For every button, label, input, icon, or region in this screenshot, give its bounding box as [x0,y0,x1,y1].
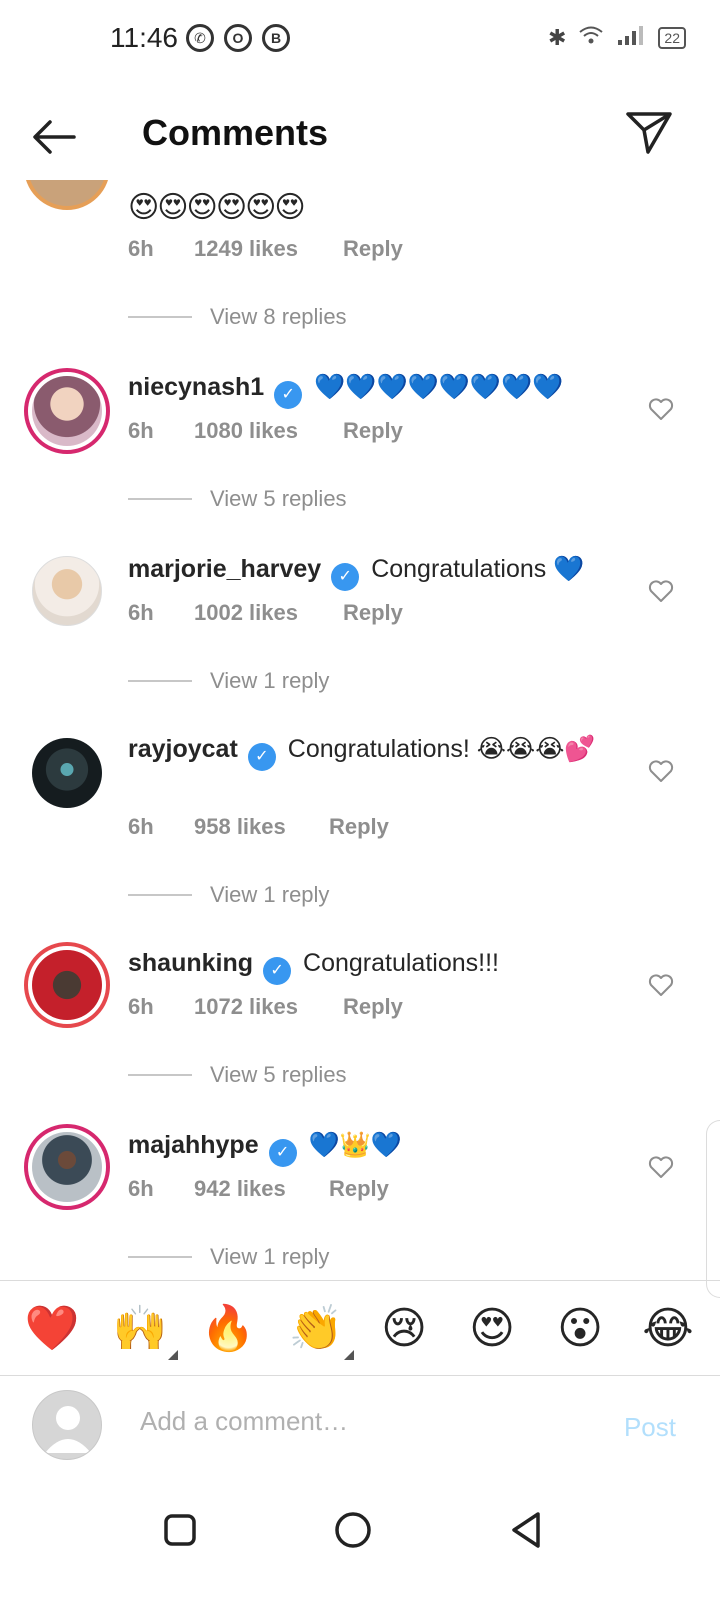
like-heart-icon[interactable] [648,1154,674,1180]
signal-icon [616,24,646,52]
like-count[interactable]: 1249 likes [194,236,343,262]
reply-button[interactable]: Reply [343,600,403,626]
circle-icon [335,1512,371,1548]
comment-time: 6h [128,994,154,1019]
like-count[interactable]: 942 likes [194,1176,329,1202]
emoji-reaction-bar: ❤️ 🙌 🔥 👏 😢 😍 😮 😂 [0,1280,720,1376]
paper-plane-icon [626,112,672,154]
arrow-left-icon [33,120,76,154]
username[interactable]: rayjoycat [128,735,238,763]
comment-time: 6h [128,814,154,839]
like-heart-icon[interactable] [648,758,674,784]
verified-badge-icon: ✓ [274,381,303,409]
verified-badge-icon: ✓ [247,743,276,771]
comment-text: 💙💙💙💙💙💙💙💙 [314,373,564,401]
emoji-heart-button[interactable]: ❤️ [22,1302,82,1354]
status-time: 11:46 [110,22,178,53]
like-count[interactable]: 1072 likes [194,994,343,1020]
share-button[interactable] [624,108,674,158]
battery-icon: 22 [658,27,686,49]
avatar[interactable] [24,942,110,1028]
avatar [32,1390,102,1460]
comment-text: 💙👑💙 [308,1131,402,1159]
comment-input[interactable] [140,1406,580,1437]
comment-time: 6h [128,600,154,625]
back-button[interactable] [28,110,82,164]
view-replies-button[interactable]: View 1 reply [128,882,329,908]
emoji-raised-hands-button[interactable]: 🙌 [110,1302,178,1360]
avatar[interactable] [24,368,110,454]
whatsapp-icon: ✆ [186,24,214,52]
emoji-crying-button[interactable]: 😢 [374,1303,434,1354]
comment-time: 6h [128,236,154,261]
status-bar: 11:46 ✆ O B ✱ 22 [0,0,720,80]
like-count[interactable]: 1080 likes [194,418,343,444]
reply-button[interactable]: Reply [343,994,403,1020]
emoji-surprised-button[interactable]: 😮 [550,1303,610,1354]
recents-button[interactable] [150,1500,210,1560]
comment-time: 6h [128,418,154,443]
like-count[interactable]: 1002 likes [194,600,343,626]
default-user-icon [45,1406,91,1453]
like-heart-icon[interactable] [648,578,674,604]
avatar[interactable] [24,180,110,210]
reply-button[interactable]: Reply [329,814,389,840]
post-button[interactable]: Post [624,1412,676,1443]
verified-badge-icon: ✓ [331,563,360,591]
avatar[interactable] [24,1124,110,1210]
reply-button[interactable]: Reply [329,1176,389,1202]
verified-badge-icon: ✓ [263,957,292,985]
comment-text: Congratulations!!! [303,949,499,977]
emoji-clap-button[interactable]: 👏 [286,1302,354,1360]
like-heart-icon[interactable] [648,972,674,998]
emoji-laughing-button[interactable]: 😂 [638,1303,698,1354]
view-replies-button[interactable]: View 1 reply [128,1244,329,1270]
username[interactable]: shaunking [128,949,253,977]
avatar[interactable] [32,556,102,626]
b-app-icon: B [262,24,290,52]
page-title: Comments [142,112,329,153]
verified-badge-icon: ✓ [268,1139,297,1167]
opera-icon: O [224,24,252,52]
square-icon [164,1514,196,1546]
comment-composer: Post [0,1378,720,1478]
view-replies-button[interactable]: View 8 replies [128,304,347,330]
username[interactable]: majahhype [128,1131,259,1159]
view-replies-button[interactable]: View 5 replies [128,486,347,512]
comment-text: Congratulations 💙 [371,555,585,583]
reply-button[interactable]: Reply [343,418,403,444]
avatar[interactable] [32,738,102,808]
view-replies-button[interactable]: View 1 reply [128,668,329,694]
emoji-fire-button[interactable]: 🔥 [198,1302,258,1354]
username[interactable]: niecynash1 [128,373,264,401]
comment-time: 6h [128,1176,154,1201]
header: Comments [0,96,720,176]
back-nav-button[interactable] [496,1500,556,1560]
comment-text: 😍😍😍😍😍😍 [128,191,306,224]
triangle-back-icon [512,1512,540,1548]
skin-tone-indicator-icon [168,1350,178,1360]
view-replies-button[interactable]: View 5 replies [128,1062,347,1088]
bluetooth-icon: ✱ [547,25,567,50]
like-heart-icon[interactable] [648,396,674,422]
like-count[interactable]: 958 likes [194,814,329,840]
system-nav-bar [0,1490,720,1600]
home-button[interactable] [323,1500,383,1560]
skin-tone-indicator-icon [344,1350,354,1360]
wifi-icon [578,24,604,52]
reply-button[interactable]: Reply [343,236,403,262]
username[interactable]: marjorie_harvey [128,555,321,583]
scroll-handle[interactable] [706,1120,720,1298]
emoji-heart-eyes-button[interactable]: 😍 [462,1303,522,1354]
comment-text: Congratulations! 😭😭😭💕 [287,735,596,763]
comments-list[interactable]: 😍😍😍😍😍😍 6h 1249 likes Reply View 8 replie… [0,180,720,1280]
